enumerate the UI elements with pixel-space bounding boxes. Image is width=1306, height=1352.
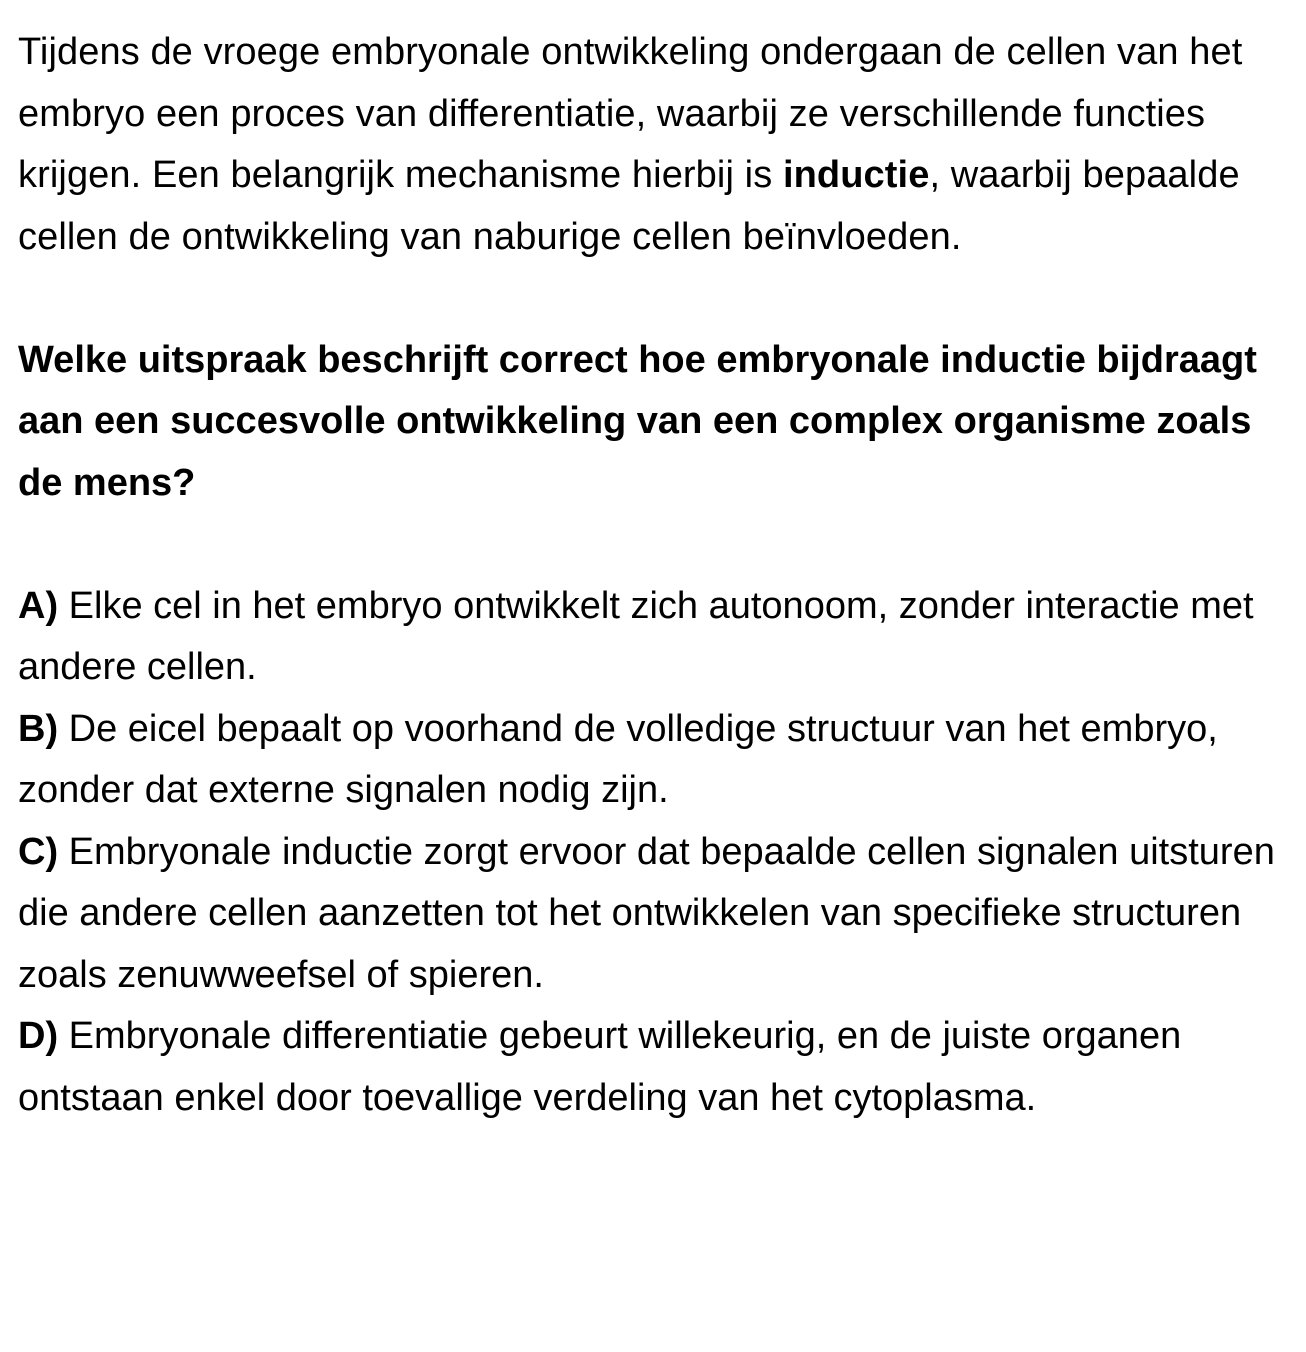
document-page: Tijdens de vroege embryonale ontwikkelin… <box>18 22 1298 1129</box>
option-a-letter: A) <box>18 584 59 627</box>
intro-paragraph: Tijdens de vroege embryonale ontwikkelin… <box>18 22 1298 268</box>
option-c[interactable]: C) Embryonale inductie zorgt ervoor dat … <box>18 822 1298 1007</box>
option-b-letter: B) <box>18 707 59 750</box>
option-a-text: Elke cel in het embryo ontwikkelt zich a… <box>18 584 1254 689</box>
option-c-letter: C) <box>18 830 59 873</box>
option-c-text: Embryonale inductie zorgt ervoor dat bep… <box>18 830 1275 996</box>
answer-options: A) Elke cel in het embryo ontwikkelt zic… <box>18 576 1298 1130</box>
option-d[interactable]: D) Embryonale differentiatie gebeurt wil… <box>18 1006 1298 1129</box>
option-b[interactable]: B) De eicel bepaalt op voorhand de volle… <box>18 699 1298 822</box>
option-d-text: Embryonale differentiatie gebeurt willek… <box>18 1015 1182 1119</box>
option-a[interactable]: A) Elke cel in het embryo ontwikkelt zic… <box>18 576 1298 699</box>
option-d-letter: D) <box>18 1015 59 1057</box>
question-text: Welke uitspraak beschrijft correct hoe e… <box>18 338 1257 504</box>
intro-bold-term: inductie <box>782 154 930 196</box>
option-b-text: De eicel bepaalt op voorhand de volledig… <box>18 707 1218 812</box>
